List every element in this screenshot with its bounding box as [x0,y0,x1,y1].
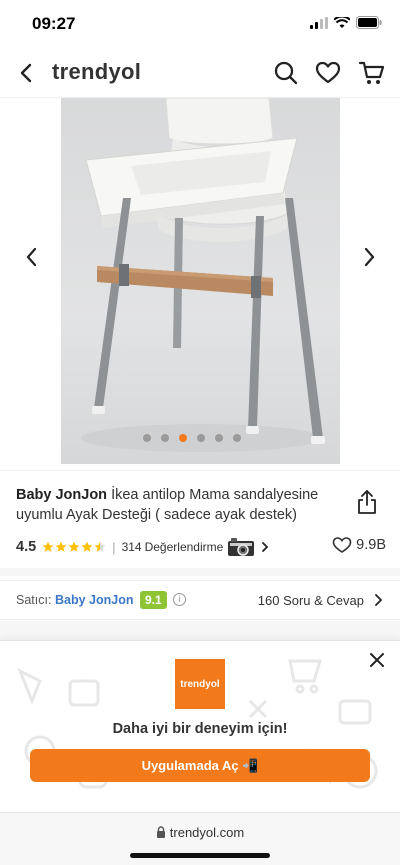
heart-icon [332,537,352,553]
back-arrow-icon[interactable] [14,60,40,86]
gallery-next-icon[interactable] [357,243,381,271]
favorites-heart-icon[interactable] [314,59,342,87]
product-title-block: Baby JonJon İkea antilop Mama sandalyesi… [0,470,400,525]
chevron-right-icon[interactable] [372,592,384,608]
favorite-count: 9.9B [356,537,386,553]
gallery-dot[interactable] [197,434,205,442]
gallery-prev-icon[interactable] [20,243,44,271]
review-label[interactable]: Değerlendirme [145,540,224,554]
favorite-button[interactable]: 9.9B [332,536,386,554]
status-icons [310,16,382,29]
qa-link[interactable]: 160 Soru & Cevap [258,593,364,608]
open-in-app-button[interactable]: Uygulamada Aç 📲 [30,749,370,782]
rating-value: 4.5 [16,539,37,555]
signal-icon [310,16,328,29]
lock-icon [156,826,165,838]
url-value: trendyol.com [169,825,245,840]
trendyol-logo[interactable]: trendyol [52,59,141,85]
seller-name-link[interactable]: Baby JonJon [55,593,134,607]
star-icon [94,541,106,552]
divider [0,621,400,640]
info-icon[interactable]: i [173,593,186,606]
home-indicator[interactable] [130,853,270,858]
high-chair-illustration [81,98,325,452]
product-brand[interactable]: Baby JonJon [16,487,107,503]
cart-icon[interactable] [358,59,386,87]
url-text[interactable]: trendyol.com [0,825,400,840]
close-icon[interactable] [368,651,386,669]
header: trendyol [0,48,400,98]
battery-icon [356,16,382,29]
chevron-right-icon[interactable] [259,540,271,554]
star-icon [55,541,67,552]
app-logo-text: trendyol [180,678,220,690]
gallery-dot[interactable] [179,434,187,442]
star-icon [42,541,54,552]
browser-url-bar[interactable]: trendyol.com [0,812,400,865]
gallery-dot[interactable] [233,434,241,442]
gallery-dot[interactable] [161,434,169,442]
seller-row: Satıcı: Baby JonJon 9.1 i 160 Soru & Cev… [0,580,400,620]
share-icon[interactable] [356,489,378,515]
open-in-app-label: Uygulamada Aç 📲 [141,757,259,773]
review-count[interactable]: 314 [122,540,142,554]
status-time: 09:27 [32,14,76,33]
seller-score-badge: 9.1 [140,591,167,609]
gallery-dots [143,434,241,442]
divider [0,568,400,576]
separator: | [112,539,116,555]
star-icon [68,541,80,552]
banner-message: Daha iyi bir deneyim için! [112,721,288,737]
app-logo: trendyol [175,659,225,709]
status-bar: 09:27 [0,0,400,48]
camera-icon [228,538,255,556]
rating-stars [42,541,106,553]
search-icon[interactable] [272,59,300,87]
product-title: Baby JonJon İkea antilop Mama sandalyesi… [16,485,340,525]
wifi-icon [334,16,350,28]
rating-row[interactable]: 4.5 | 314 Değerlendirme 9.9B [16,536,386,558]
app-download-banner: trendyol Daha iyi bir deneyim için! Uygu… [0,640,400,812]
star-icon [81,541,93,552]
product-image[interactable] [61,98,340,464]
product-gallery[interactable] [0,98,400,468]
seller-label: Satıcı: [16,593,52,607]
gallery-dot[interactable] [143,434,151,442]
gallery-dot[interactable] [215,434,223,442]
